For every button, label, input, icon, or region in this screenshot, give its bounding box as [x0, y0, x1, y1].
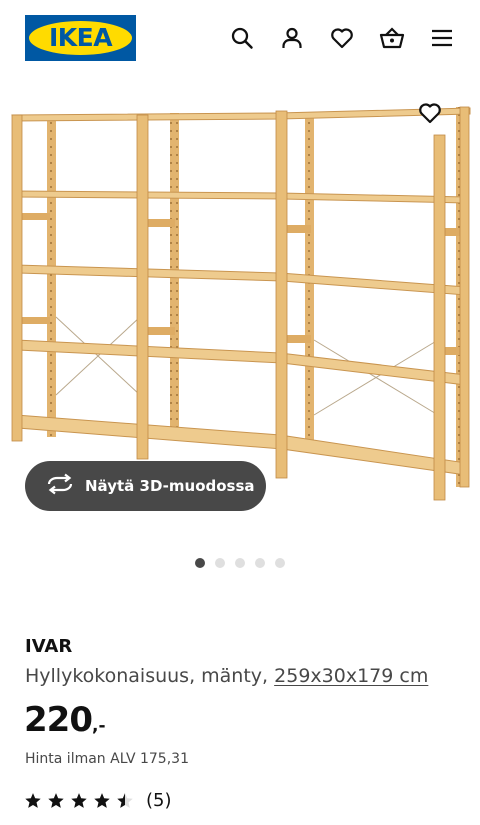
view-3d-label: Näytä 3D-muodossa [85, 477, 255, 495]
star-full-icon [94, 792, 110, 808]
star-full-icon [25, 792, 41, 808]
basket-icon[interactable] [376, 22, 408, 54]
product-description: Hyllykokonaisuus, mänty, 259x30x179 cm [25, 665, 428, 687]
header: IKEA [0, 0, 480, 76]
product-name: IVAR [25, 636, 73, 657]
view-3d-button[interactable]: Näytä 3D-muodossa [25, 461, 266, 511]
menu-icon[interactable] [426, 22, 458, 54]
price-integer: 220 [24, 700, 93, 740]
product-gallery[interactable]: Näytä 3D-muodossa [0, 95, 480, 515]
pagination-dot[interactable] [275, 558, 285, 568]
image-pagination [195, 558, 285, 568]
product-type: Hyllykokonaisuus, mänty, [25, 665, 269, 687]
heart-icon[interactable] [326, 22, 358, 54]
ikea-logo[interactable]: IKEA [25, 15, 136, 61]
product-rating[interactable]: (5) [24, 790, 172, 811]
pagination-dot[interactable] [195, 558, 205, 568]
price-excluding-vat: Hinta ilman ALV 175,31 [25, 751, 189, 767]
star-full-icon [48, 792, 64, 808]
account-icon[interactable] [276, 22, 308, 54]
star-full-icon [71, 792, 87, 808]
product-measurements-link[interactable]: 259x30x179 cm [274, 665, 428, 687]
product-price: 220,- [24, 700, 106, 740]
pagination-dot[interactable] [215, 558, 225, 568]
pagination-dot[interactable] [255, 558, 265, 568]
pagination-dot[interactable] [235, 558, 245, 568]
search-icon[interactable] [226, 22, 258, 54]
logo-text: IKEA [48, 23, 113, 52]
star-half-icon [117, 792, 133, 808]
product-image [11, 106, 471, 501]
review-count: (5) [146, 790, 172, 811]
rotate-3d-icon [46, 473, 74, 500]
price-suffix: ,- [91, 716, 106, 736]
favourite-heart-icon[interactable] [414, 97, 446, 129]
